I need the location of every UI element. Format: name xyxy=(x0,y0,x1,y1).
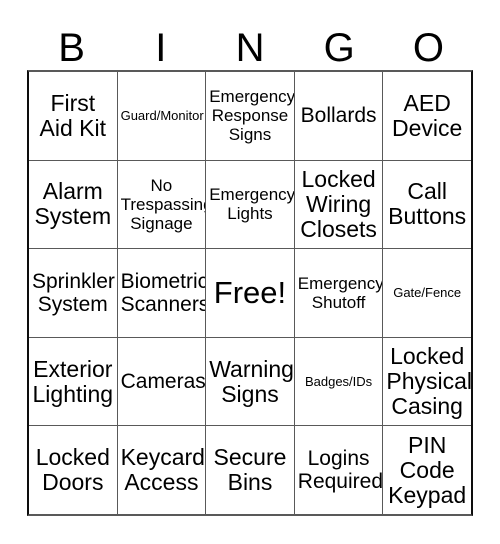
bingo-cell-g1[interactable]: Bollards xyxy=(295,72,384,160)
bingo-cell-text: Keycard Access xyxy=(120,444,205,496)
bingo-cell-text: No Trespassing Signage xyxy=(120,175,207,233)
bingo-cell-text: First Aid Kit xyxy=(39,89,107,141)
header-letter-n-text: N xyxy=(235,26,265,70)
bingo-cell-text: Badges/IDs xyxy=(304,374,373,390)
bingo-card: B I N G O First Aid Kit Guard/Monitor Eme… xyxy=(0,0,500,544)
bingo-cell-g5[interactable]: Logins Required xyxy=(295,426,384,514)
bingo-cell-text: Biometric Scanners xyxy=(120,269,207,316)
bingo-cell-text: Gate/Fence xyxy=(393,285,462,301)
bingo-cell-o1[interactable]: AED Device xyxy=(383,72,471,160)
header-letter-g-text: G xyxy=(323,26,355,70)
bingo-cell-text: Cameras xyxy=(120,370,206,394)
bingo-cell-o2[interactable]: Call Buttons xyxy=(383,161,471,249)
bingo-cell-text: Warning Signs xyxy=(209,355,294,407)
bingo-row: Sprinkler System Biometric Scanners Free! … xyxy=(29,249,471,338)
bingo-cell-text: Free! xyxy=(213,275,287,311)
bingo-cell-g3[interactable]: Emergency Shutoff xyxy=(295,249,384,337)
bingo-cell-text: Exterior Lighting xyxy=(32,355,114,407)
bingo-cell-o3[interactable]: Gate/Fence xyxy=(383,249,471,337)
bingo-cell-text: Emergency Lights xyxy=(209,185,295,224)
bingo-cell-free-space[interactable]: Free! xyxy=(206,249,295,337)
bingo-cell-i2[interactable]: No Trespassing Signage xyxy=(118,160,207,249)
bingo-cell-i3[interactable]: Biometric Scanners xyxy=(118,249,207,337)
bingo-row: Alarm System No Trespassing Signage Emergen… xyxy=(29,160,471,250)
header-letter-n: N xyxy=(205,18,294,70)
bingo-cell-n1[interactable]: Emergency Response Signs xyxy=(206,72,295,160)
bingo-cell-text: Bollards xyxy=(300,104,377,128)
bingo-cell-text: Sprinkler System xyxy=(32,269,115,316)
bingo-header-row: B I N G O xyxy=(27,18,473,70)
header-letter-o-text: O xyxy=(412,26,444,70)
bingo-cell-n4[interactable]: Warning Signs xyxy=(206,337,295,426)
header-letter-b-text: B xyxy=(58,26,85,70)
bingo-cell-b1[interactable]: First Aid Kit xyxy=(29,72,118,160)
bingo-cell-g2[interactable]: Locked Wiring Closets xyxy=(295,160,384,249)
bingo-cell-text: PIN Code Keypad xyxy=(388,431,467,508)
bingo-cell-text: Secure Bins xyxy=(213,444,287,496)
bingo-row: Locked Doors Keycard Access Secure Bins Log… xyxy=(29,426,471,514)
bingo-cell-text: Locked Doors xyxy=(35,444,110,496)
bingo-row: Exterior Lighting Cameras Warning Signs Ba… xyxy=(29,337,471,427)
bingo-cell-text: Call Buttons xyxy=(388,178,467,230)
bingo-cell-i5[interactable]: Keycard Access xyxy=(118,426,207,514)
bingo-cell-b5[interactable]: Locked Doors xyxy=(29,426,118,514)
bingo-cell-o5[interactable]: PIN Code Keypad xyxy=(383,426,471,514)
header-letter-i: I xyxy=(116,18,205,70)
bingo-cell-o4[interactable]: Locked Physical Casing xyxy=(383,338,471,426)
bingo-row: First Aid Kit Guard/Monitor Emergency Resp… xyxy=(29,72,471,161)
bingo-cell-b2[interactable]: Alarm System xyxy=(29,160,118,249)
bingo-cell-n2[interactable]: Emergency Lights xyxy=(206,160,295,249)
bingo-cell-i4[interactable]: Cameras xyxy=(118,337,207,426)
header-letter-g: G xyxy=(295,18,384,70)
bingo-cell-text: Locked Physical Casing xyxy=(386,343,471,420)
bingo-cell-text: Logins Required xyxy=(297,447,384,494)
bingo-cell-b4[interactable]: Exterior Lighting xyxy=(29,337,118,426)
bingo-cell-text: Emergency Shutoff xyxy=(297,273,384,312)
header-letter-b: B xyxy=(27,18,116,70)
bingo-cell-n5[interactable]: Secure Bins xyxy=(206,426,295,514)
bingo-cell-i1[interactable]: Guard/Monitor xyxy=(118,72,207,160)
bingo-cell-text: AED Device xyxy=(392,89,463,141)
bingo-cell-text: Alarm System xyxy=(34,178,112,230)
bingo-cell-text: Emergency Response Signs xyxy=(209,87,295,145)
bingo-grid: First Aid Kit Guard/Monitor Emergency Resp… xyxy=(27,70,473,516)
bingo-cell-text: Guard/Monitor xyxy=(120,108,204,124)
bingo-cell-text: Locked Wiring Closets xyxy=(300,165,377,242)
bingo-cell-g4[interactable]: Badges/IDs xyxy=(295,337,384,426)
bingo-cell-b3[interactable]: Sprinkler System xyxy=(29,249,118,337)
header-letter-o: O xyxy=(384,18,473,70)
header-letter-i-text: I xyxy=(155,26,167,70)
